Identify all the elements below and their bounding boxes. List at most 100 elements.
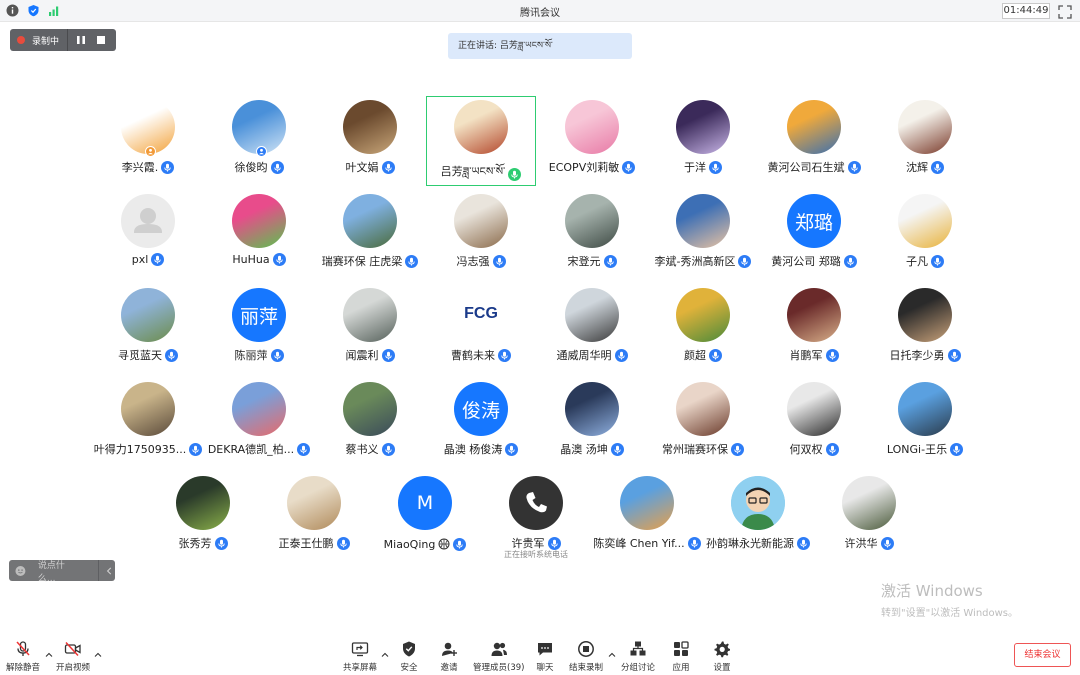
avatar-initials: 郑璐 — [794, 211, 833, 234]
window-title: 腾讯会议 — [520, 8, 560, 19]
end-recording-button[interactable]: 结束录制 — [569, 640, 603, 673]
participant-name: 颜超 — [684, 349, 706, 362]
participant-photo — [898, 382, 952, 436]
participant-tile[interactable]: 通威周华明 — [537, 284, 647, 374]
record-stop-icon — [578, 641, 594, 657]
participant-name-row: 黄河公司石生斌 — [759, 159, 869, 175]
participant-tile[interactable]: 陈奕峰 Chen Yif... — [592, 472, 702, 562]
participant-tile[interactable]: 瑞赛环保 庄虎梁 — [315, 190, 425, 280]
chat-quick-input[interactable]: 说点什么... — [9, 560, 115, 584]
participant-tile[interactable]: ECOPV刘莉敏 — [537, 96, 647, 186]
settings-button[interactable]: 设置 — [713, 640, 731, 673]
participant-name-row: 吕芳ཟླ་ཡངས་སོ་ — [427, 159, 535, 190]
participant-name-row: 许洪华 — [814, 535, 924, 551]
participant-tile[interactable]: 闻震利 — [315, 284, 425, 374]
participant-tile[interactable]: 孙韵琳永光新能源 — [703, 472, 813, 562]
participant-tile[interactable]: 冯志强 — [426, 190, 536, 280]
participant-name-row: 晶澳 汤坤 — [537, 441, 647, 457]
breakout-label: 分组讨论 — [621, 663, 656, 673]
avatar-initials: M — [416, 492, 434, 514]
mic-muted-icon — [603, 254, 617, 268]
participant-tile[interactable]: 常州瑞赛环保 — [648, 378, 758, 468]
gear-icon — [714, 641, 730, 658]
mic-muted-icon — [614, 348, 628, 362]
participant-tile[interactable]: 徐俊昀 — [204, 96, 314, 186]
participant-photo — [343, 194, 397, 248]
mic-muted-icon — [610, 442, 624, 456]
security-button[interactable]: 安全 — [400, 640, 418, 673]
pause-recording-icon[interactable] — [74, 33, 88, 47]
participant-tile[interactable]: 于洋 — [648, 96, 758, 186]
breakout-rooms-button[interactable]: 分组讨论 — [621, 640, 655, 673]
participant-photo — [676, 382, 730, 436]
participant-name-row: 沈辉 — [870, 159, 980, 175]
participant-name-row: 叶得力1750935... — [93, 441, 203, 457]
mic-muted-icon — [843, 254, 857, 268]
security-shield-icon — [403, 641, 415, 657]
participant-photo — [565, 100, 619, 154]
participant-tile[interactable]: 晶澳 汤坤 — [537, 378, 647, 468]
fullscreen-icon[interactable] — [1058, 4, 1072, 19]
end-meeting-button[interactable]: 结束会议 — [1014, 643, 1071, 667]
participant-tile[interactable]: 寻觅蓝天 — [93, 284, 203, 374]
participant-tile[interactable]: FCG 曹鹤未来 — [426, 284, 536, 374]
participant-tile[interactable]: 沈辉 — [870, 96, 980, 186]
participant-tile[interactable]: 正泰王仕鹏 — [259, 472, 369, 562]
participant-name: ECOPV刘莉敏 — [548, 161, 620, 174]
participant-name: 常州瑞赛环保 — [662, 443, 728, 456]
participant-tile[interactable]: HuHua — [204, 190, 314, 280]
mic-muted-icon — [738, 254, 752, 268]
start-video-button[interactable]: 开启视频 — [56, 640, 90, 673]
invite-button[interactable]: 邀请 — [440, 640, 458, 673]
participant-tile[interactable]: M MiaoQing — [370, 472, 480, 562]
participant-tile[interactable]: 李斌-秀洲高新区 — [648, 190, 758, 280]
participant-name: 沈辉 — [906, 161, 928, 174]
participant-tile[interactable]: 叶文娟 — [315, 96, 425, 186]
participant-tile[interactable]: DEKRA德凯_柏... — [204, 378, 314, 468]
mic-muted-icon — [547, 536, 561, 550]
participant-tile[interactable]: 肖鹏军 — [759, 284, 869, 374]
stop-recording-icon[interactable] — [94, 33, 108, 47]
participant-tile[interactable]: 子凡 — [870, 190, 980, 280]
mic-muted-icon — [498, 348, 511, 362]
participant-tile[interactable]: pxl — [93, 190, 203, 280]
participant-name: 叶文娟 — [345, 161, 379, 174]
chevron-up-icon[interactable] — [608, 651, 616, 659]
participant-photo — [898, 288, 952, 342]
apps-label: 应用 — [672, 663, 690, 673]
participant-tile[interactable]: 日托李少勇 — [870, 284, 980, 374]
participant-tile[interactable]: 俊涛 晶澳 杨俊涛 — [426, 378, 536, 468]
participant-tile[interactable]: 许贵军 正在接听系统电话 — [481, 472, 591, 562]
participant-tile[interactable]: 黄河公司石生斌 — [759, 96, 869, 186]
meeting-window: { "window": { "title": "腾讯会议", "timer": … — [0, 0, 1080, 675]
participant-tile[interactable]: 张秀芳 — [148, 472, 258, 562]
participant-tile[interactable]: LONGi-王乐 — [870, 378, 980, 468]
chevron-up-icon[interactable] — [381, 651, 389, 659]
participant-name: 寻觅蓝天 — [118, 349, 162, 362]
participant-tile[interactable]: 蔡书义 — [315, 378, 425, 468]
participant-tile[interactable]: 丽萍 陈丽萍 — [204, 284, 314, 374]
chevron-left-icon[interactable] — [104, 565, 115, 577]
participant-tile[interactable]: 吕芳ཟླ་ཡངས་སོ་ — [426, 96, 536, 186]
participant-avatar: M — [398, 476, 452, 530]
participant-tile[interactable]: 李兴霞. — [93, 96, 203, 186]
apps-button[interactable]: 应用 — [672, 640, 690, 673]
emoji-icon[interactable] — [15, 565, 26, 577]
participant-tile[interactable]: 许洪华 — [814, 472, 924, 562]
participant-tile[interactable]: 叶得力1750935... — [93, 378, 203, 468]
manage-members-button[interactable]: 管理成员(39) — [473, 640, 524, 673]
participant-tile[interactable]: 颜超 — [648, 284, 758, 374]
chevron-up-icon[interactable] — [94, 651, 102, 659]
unmute-button[interactable]: 解除静音 — [6, 640, 40, 673]
participant-avatar — [509, 476, 563, 530]
share-screen-button[interactable]: 共享屏幕 — [343, 640, 377, 673]
participant-tile[interactable]: 郑璐 黄河公司 郑璐 — [759, 190, 869, 280]
participant-name-row: 常州瑞赛环保 — [648, 441, 758, 457]
participant-tile[interactable]: 何双权 — [759, 378, 869, 468]
add-user-icon — [442, 642, 457, 656]
participant-status-note: 正在接听系统电话 — [504, 550, 568, 559]
participant-tile[interactable]: 宋登元 — [537, 190, 647, 280]
mic-muted-icon — [151, 253, 165, 266]
chevron-up-icon[interactable] — [45, 651, 53, 659]
chat-button[interactable]: 聊天 — [536, 640, 554, 673]
